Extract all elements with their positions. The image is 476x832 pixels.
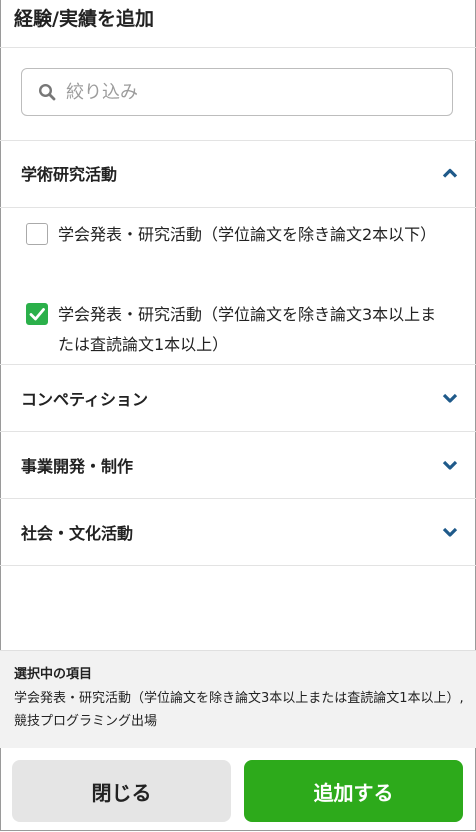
divider bbox=[0, 207, 476, 208]
chevron-down-icon bbox=[442, 392, 458, 404]
selected-items-panel: 選択中の項目 学会発表・研究活動（学位論文を除き論文3本以上または査読論文1本以… bbox=[0, 650, 476, 748]
search-box[interactable] bbox=[21, 68, 453, 116]
chevron-up-icon bbox=[442, 167, 458, 179]
section-social-cultural[interactable]: 社会・文化活動 bbox=[0, 499, 476, 565]
section-business-development[interactable]: 事業開発・制作 bbox=[0, 432, 476, 498]
divider bbox=[0, 47, 476, 48]
search-icon bbox=[38, 83, 56, 101]
checkbox-label: 学会発表・研究活動（学位論文を除き論文2本以下） bbox=[58, 225, 437, 244]
checkbox[interactable] bbox=[26, 223, 48, 245]
selected-items-text: 学会発表・研究活動（学位論文を除き論文3本以上または査読論文1本以上）, 競技プ… bbox=[14, 691, 464, 729]
section-label: コンペティション bbox=[21, 390, 149, 409]
divider bbox=[0, 565, 476, 566]
selected-items-title: 選択中の項目 bbox=[14, 667, 93, 682]
section-label: 事業開発・制作 bbox=[21, 457, 134, 476]
chevron-down-icon bbox=[442, 526, 458, 538]
section-label: 社会・文化活動 bbox=[21, 524, 134, 543]
section-competition[interactable]: コンペティション bbox=[0, 365, 476, 431]
checkmark-icon bbox=[29, 307, 45, 320]
chevron-down-icon bbox=[442, 459, 458, 471]
checkbox-checked[interactable] bbox=[26, 303, 48, 325]
section-label: 学術研究活動 bbox=[21, 165, 118, 184]
checkbox-item[interactable]: 学会発表・研究活動（学位論文を除き論文3本以上または査読論文1本以上） bbox=[26, 303, 456, 354]
section-academic-research[interactable]: 学術研究活動 bbox=[0, 140, 476, 206]
close-button[interactable]: 閉じる bbox=[12, 760, 231, 822]
checkbox-label: 学会発表・研究活動（学位論文を除き論文3本以上または査読論文1本以上） bbox=[58, 305, 437, 354]
checkbox-item[interactable]: 学会発表・研究活動（学位論文を除き論文2本以下） bbox=[26, 223, 456, 269]
add-button[interactable]: 追加する bbox=[244, 760, 463, 822]
search-input[interactable] bbox=[64, 80, 428, 104]
page-title: 経験/実績を追加 bbox=[14, 8, 154, 30]
